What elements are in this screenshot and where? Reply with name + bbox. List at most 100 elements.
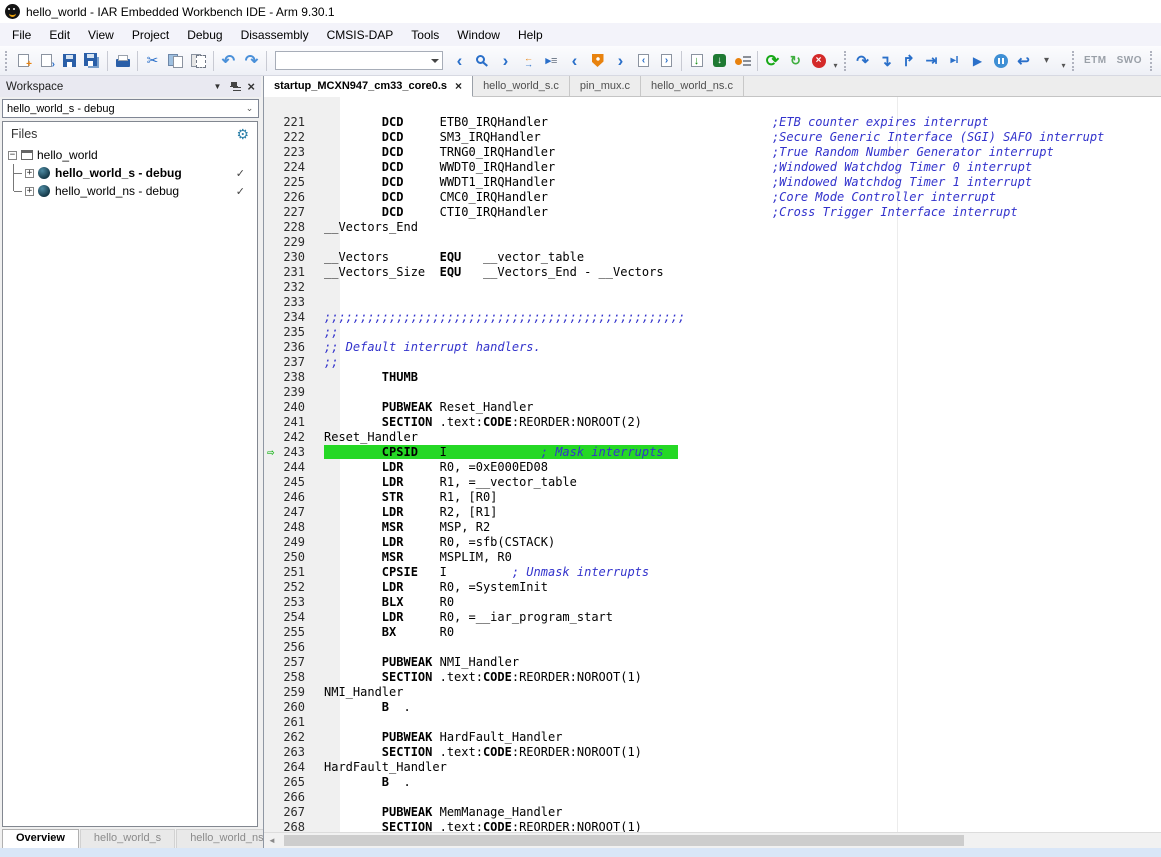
code-line-264[interactable]: 264HardFault_Handler bbox=[264, 760, 1161, 775]
expand-toggle-icon[interactable]: + bbox=[25, 187, 34, 196]
combo-dropdown-icon[interactable] bbox=[427, 52, 442, 69]
next-document-icon[interactable]: › bbox=[655, 49, 678, 73]
code-line-266[interactable]: 266 bbox=[264, 790, 1161, 805]
code-line-225[interactable]: 225 DCD WWDT1_IRQHandler ;Windowed Watch… bbox=[264, 175, 1161, 190]
code-line-253[interactable]: 253 BLX R0 bbox=[264, 595, 1161, 610]
expand-toggle-icon[interactable]: + bbox=[25, 169, 34, 178]
code-line-237[interactable]: 237;; bbox=[264, 355, 1161, 370]
code-line-239[interactable]: 239 bbox=[264, 385, 1161, 400]
scroll-left-button[interactable]: ◄ bbox=[264, 833, 280, 848]
breakpoints-list-icon[interactable] bbox=[731, 49, 754, 73]
tree-item-hello_world_s[interactable]: +hello_world_s - debug✓ bbox=[3, 164, 257, 182]
break-icon[interactable] bbox=[989, 49, 1012, 73]
menu-file[interactable]: File bbox=[3, 25, 40, 45]
expand-toggle-icon[interactable]: − bbox=[8, 151, 17, 160]
code-line-227[interactable]: 227 DCD CTI0_IRQHandler ;Cross Trigger I… bbox=[264, 205, 1161, 220]
document-tab-startup_MCXN947_cm33_core0.s[interactable]: startup_MCXN947_cm33_core0.s× bbox=[264, 76, 473, 97]
terminal-io-icon[interactable] bbox=[1157, 49, 1161, 73]
menu-disassembly[interactable]: Disassembly bbox=[232, 25, 318, 45]
code-line-267[interactable]: 267 PUBWEAK MemManage_Handler bbox=[264, 805, 1161, 820]
code-line-263[interactable]: 263 SECTION .text:CODE:REORDER:NOROOT(1) bbox=[264, 745, 1161, 760]
document-tab-pin_mux.c[interactable]: pin_mux.c bbox=[570, 76, 641, 96]
document-tab-hello_world_ns.c[interactable]: hello_world_ns.c bbox=[641, 76, 744, 96]
stop-debugging-icon[interactable]: × bbox=[807, 49, 830, 73]
code-line-256[interactable]: 256 bbox=[264, 640, 1161, 655]
code-line-251[interactable]: 251 CPSIE I ; Unmask interrupts bbox=[264, 565, 1161, 580]
run-to-cursor-icon[interactable]: ▸I bbox=[943, 49, 966, 73]
tree-item-hello_world_ns[interactable]: +hello_world_ns - debug✓ bbox=[3, 182, 257, 200]
code-line-226[interactable]: 226 DCD CMC0_IRQHandler ;Core Mode Contr… bbox=[264, 190, 1161, 205]
code-editor[interactable]: 221 DCD ETB0_IRQHandler ;ETB counter exp… bbox=[264, 97, 1161, 832]
code-line-221[interactable]: 221 DCD ETB0_IRQHandler ;ETB counter exp… bbox=[264, 115, 1161, 130]
code-line-240[interactable]: 240 PUBWEAK Reset_Handler bbox=[264, 400, 1161, 415]
code-line-245[interactable]: 245 LDR R1, =__vector_table bbox=[264, 475, 1161, 490]
swap-arrows-icon[interactable]: ←→ bbox=[517, 49, 540, 73]
code-line-223[interactable]: 223 DCD TRNG0_IRQHandler ;True Random Nu… bbox=[264, 145, 1161, 160]
menu-cmsis-dap[interactable]: CMSIS-DAP bbox=[318, 25, 403, 45]
code-line-265[interactable]: 265 B . bbox=[264, 775, 1161, 790]
code-line-252[interactable]: 252 LDR R0, =SystemInit bbox=[264, 580, 1161, 595]
code-line-260[interactable]: 260 B . bbox=[264, 700, 1161, 715]
code-line-232[interactable]: 232 bbox=[264, 280, 1161, 295]
code-line-257[interactable]: 257 PUBWEAK NMI_Handler bbox=[264, 655, 1161, 670]
navigate-forward-icon[interactable]: › bbox=[609, 49, 632, 73]
code-line-248[interactable]: 248 MSR MSP, R2 bbox=[264, 520, 1161, 535]
scrollbar-thumb[interactable] bbox=[284, 835, 964, 846]
chevron-down-icon[interactable]: ⌄ bbox=[241, 100, 258, 117]
next-statement-icon[interactable]: ⇥ bbox=[920, 49, 943, 73]
code-line-243[interactable]: ⇨243 CPSID I ; Mask interrupts bbox=[264, 445, 1161, 460]
close-tab-icon[interactable]: × bbox=[455, 80, 462, 92]
toolbar-overflow-icon[interactable]: ▾ bbox=[830, 49, 841, 73]
open-file-icon[interactable]: › bbox=[35, 49, 58, 73]
code-line-242[interactable]: 242Reset_Handler bbox=[264, 430, 1161, 445]
code-line-241[interactable]: 241 SECTION .text:CODE:REORDER:NOROOT(2) bbox=[264, 415, 1161, 430]
tree-item-hello_world[interactable]: −hello_world bbox=[3, 146, 257, 164]
paste-icon[interactable] bbox=[187, 49, 210, 73]
document-tab-hello_world_s.c[interactable]: hello_world_s.c bbox=[473, 76, 570, 96]
previous-document-icon[interactable]: ‹ bbox=[632, 49, 655, 73]
copy-icon[interactable] bbox=[164, 49, 187, 73]
step-over-icon[interactable]: ↷ bbox=[851, 49, 874, 73]
break-circle-icon[interactable]: ↻ bbox=[784, 49, 807, 73]
debug-without-downloading-icon[interactable]: ↓ bbox=[708, 49, 731, 73]
panel-menu-icon[interactable]: ▼ bbox=[213, 82, 221, 91]
code-line-247[interactable]: 247 LDR R2, [R1] bbox=[264, 505, 1161, 520]
code-line-231[interactable]: 231__Vectors_Size EQU __Vectors_End - __… bbox=[264, 265, 1161, 280]
code-line-230[interactable]: 230__Vectors EQU __vector_table bbox=[264, 250, 1161, 265]
code-line-228[interactable]: 228__Vectors_End bbox=[264, 220, 1161, 235]
code-line-250[interactable]: 250 MSR MSPLIM, R0 bbox=[264, 550, 1161, 565]
etm-button[interactable]: ETM bbox=[1079, 49, 1112, 73]
toolbar-overflow-icon[interactable]: ▾ bbox=[1058, 49, 1069, 73]
print-icon[interactable] bbox=[111, 49, 134, 73]
menu-view[interactable]: View bbox=[79, 25, 123, 45]
save-icon[interactable] bbox=[58, 49, 81, 73]
find-next-icon[interactable]: › bbox=[494, 49, 517, 73]
code-line-254[interactable]: 254 LDR R0, =__iar_program_start bbox=[264, 610, 1161, 625]
step-out-icon[interactable]: ↱ bbox=[897, 49, 920, 73]
code-line-234[interactable]: 234;;;;;;;;;;;;;;;;;;;;;;;;;;;;;;;;;;;;;… bbox=[264, 310, 1161, 325]
redo-icon[interactable]: ↷ bbox=[240, 49, 263, 73]
quick-search-combobox[interactable] bbox=[275, 51, 443, 70]
menu-project[interactable]: Project bbox=[123, 25, 178, 45]
workspace-tab-overview[interactable]: Overview bbox=[2, 829, 79, 848]
reset-return-icon[interactable]: ↩ bbox=[1012, 49, 1035, 73]
code-line-261[interactable]: 261 bbox=[264, 715, 1161, 730]
go-to-definition-icon[interactable]: ▸≡ bbox=[540, 49, 563, 73]
code-line-244[interactable]: 244 LDR R0, =0xE000ED08 bbox=[264, 460, 1161, 475]
navigate-back-icon[interactable]: ‹ bbox=[563, 49, 586, 73]
configuration-dropdown[interactable]: hello_world_s - debug ⌄ bbox=[2, 99, 259, 118]
download-and-debug-icon[interactable]: ↓ bbox=[685, 49, 708, 73]
step-into-icon[interactable]: ↴ bbox=[874, 49, 897, 73]
swo-button[interactable]: SWO bbox=[1112, 49, 1147, 73]
save-all-icon[interactable] bbox=[81, 49, 104, 73]
code-line-235[interactable]: 235;; bbox=[264, 325, 1161, 340]
find-previous-icon[interactable]: ‹ bbox=[448, 49, 471, 73]
dropdown-arrow-icon[interactable]: ▾ bbox=[1035, 49, 1058, 73]
menu-help[interactable]: Help bbox=[509, 25, 552, 45]
new-document-icon[interactable]: + bbox=[12, 49, 35, 73]
undo-icon[interactable]: ↶ bbox=[217, 49, 240, 73]
find-icon[interactable] bbox=[471, 49, 494, 73]
code-line-258[interactable]: 258 SECTION .text:CODE:REORDER:NOROOT(1) bbox=[264, 670, 1161, 685]
code-line-268[interactable]: 268 SECTION .text:CODE:REORDER:NOROOT(1) bbox=[264, 820, 1161, 832]
cut-icon[interactable]: ✂ bbox=[141, 49, 164, 73]
